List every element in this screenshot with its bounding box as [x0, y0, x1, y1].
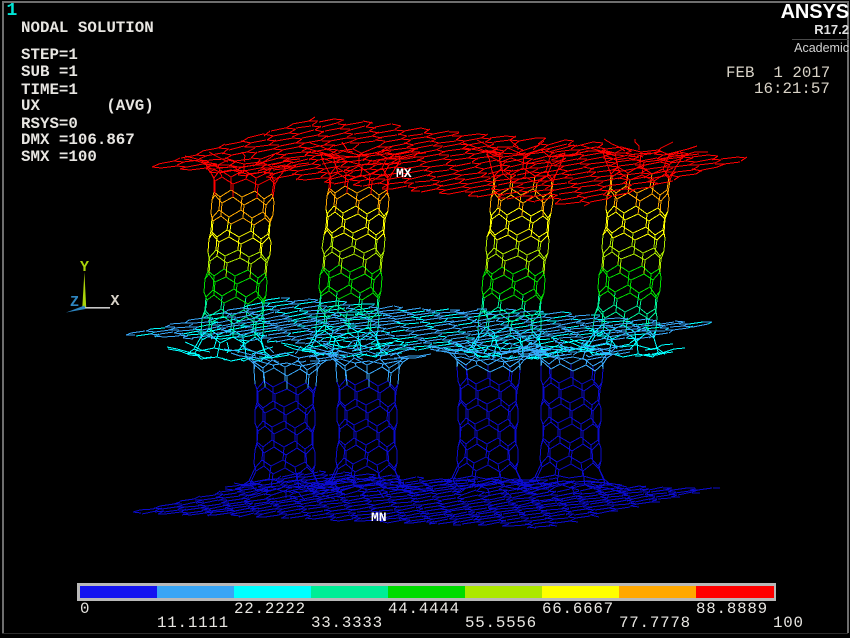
svg-text:X: X	[111, 293, 120, 310]
svg-text:Z: Z	[70, 294, 79, 311]
svg-text:Y: Y	[80, 259, 89, 276]
